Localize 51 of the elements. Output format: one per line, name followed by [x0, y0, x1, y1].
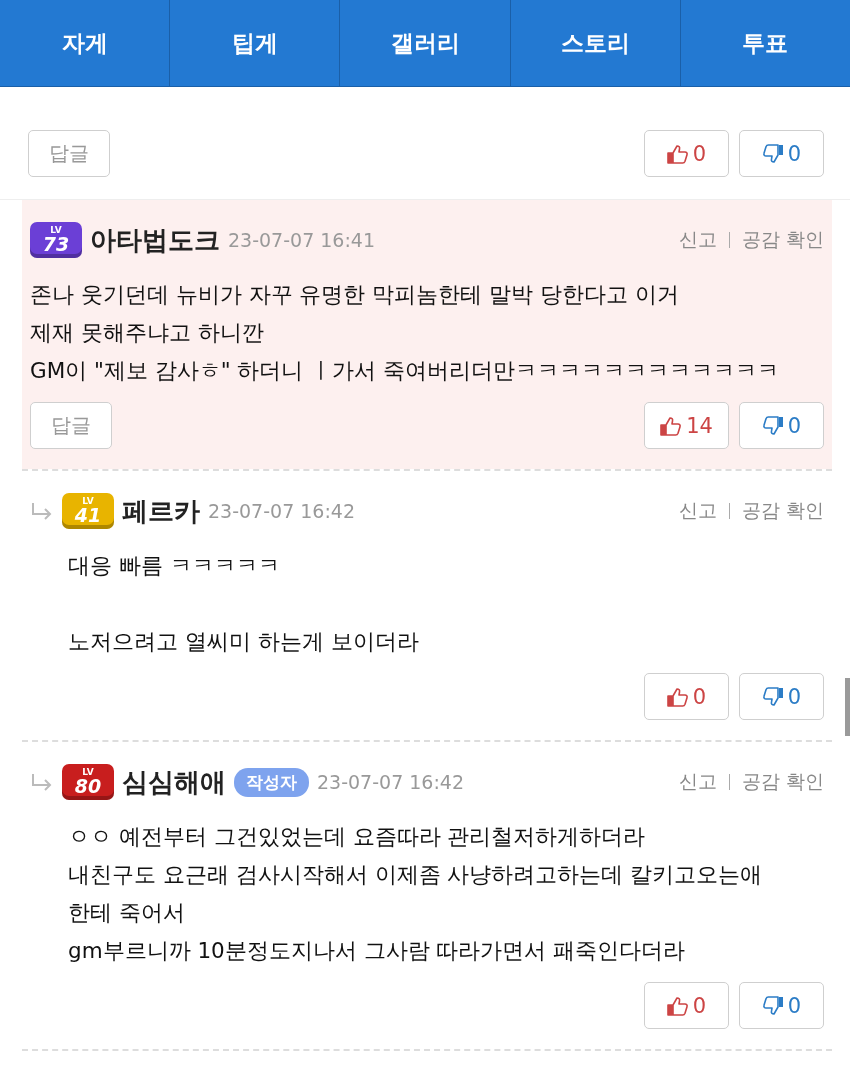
- nav-tab[interactable]: 자게: [0, 0, 171, 86]
- author-tag: 작성자: [234, 767, 309, 797]
- comment-text: ㅇㅇ 예전부터 그건있었는데 요즘따라 관리철저하게하더라: [68, 823, 647, 851]
- reply-arrow-icon: [30, 772, 54, 792]
- reply-arrow-icon: [30, 501, 54, 521]
- comment-text: 노저으려고 열씨미 하는게 보이더라: [68, 628, 420, 656]
- level-badge: LV 41: [62, 493, 114, 529]
- report-link[interactable]: 신고: [678, 227, 717, 253]
- dislike-button[interactable]: 0: [739, 673, 824, 720]
- nav-tab[interactable]: 팁게: [170, 0, 341, 86]
- comment-text: 내친구도 요근래 검사시작해서 이제좀 사냥하려고하는데 칼키고오는애: [68, 861, 764, 889]
- comment-text: gm부르니까 10분정도지나서 그사람 따라가면서 패죽인다더라: [68, 937, 687, 965]
- comment-date: 23-07-07 16:42: [208, 500, 356, 522]
- nav-tab[interactable]: 스토리: [510, 0, 681, 86]
- author-name[interactable]: 심심해애: [122, 764, 226, 800]
- thumbs-up-icon: [666, 995, 689, 1016]
- scrollbar[interactable]: [845, 678, 850, 736]
- thumbs-up-icon: [666, 143, 689, 164]
- thumbs-up-icon: [666, 686, 689, 707]
- reply-button[interactable]: 답글: [28, 130, 110, 177]
- comment-text: 존나 웃기던데 뉴비가 자꾸 유명한 막피놈한테 말박 당한다고 이거: [30, 281, 680, 309]
- comment-date: 23-07-07 16:41: [228, 229, 376, 251]
- thumbs-down-icon: [761, 415, 784, 436]
- reply-button[interactable]: 답글: [30, 402, 112, 449]
- report-link[interactable]: 신고: [678, 498, 717, 524]
- level-badge: LV 73: [30, 222, 82, 258]
- nav-tab[interactable]: 투표: [680, 0, 850, 86]
- thumbs-down-icon: [761, 995, 784, 1016]
- dislike-button[interactable]: 0: [739, 982, 824, 1029]
- like-button[interactable]: 0: [644, 982, 729, 1029]
- thumbs-up-icon: [660, 415, 683, 436]
- author-name[interactable]: 페르카: [122, 493, 200, 529]
- comment-text: 제재 못해주냐고 하니깐: [30, 319, 265, 347]
- comment-date: 23-07-07 16:42: [317, 771, 465, 793]
- comment-text: GM이 "제보 감사ㅎ" 하더니 ㅣ가서 죽여버리더만ㅋㅋㅋㅋㅋㅋㅋㅋㅋㅋㅋㅋ: [30, 357, 781, 385]
- comment-text: 한테 죽어서: [68, 899, 186, 927]
- report-link[interactable]: 신고: [678, 769, 717, 795]
- empathy-link[interactable]: 공감 확인: [741, 498, 824, 524]
- empathy-link[interactable]: 공감 확인: [741, 227, 824, 253]
- dislike-button[interactable]: 0: [739, 402, 824, 449]
- comment-text: 대응 빠름 ㅋㅋㅋㅋㅋ: [68, 552, 281, 580]
- author-name[interactable]: 아타법도크: [90, 222, 220, 258]
- like-button[interactable]: 14: [644, 402, 729, 449]
- like-button[interactable]: 0: [644, 673, 729, 720]
- level-badge: LV 80: [62, 764, 114, 800]
- thumbs-down-icon: [761, 143, 784, 164]
- like-button[interactable]: 0: [644, 130, 729, 177]
- dislike-button[interactable]: 0: [739, 130, 824, 177]
- thumbs-down-icon: [761, 686, 784, 707]
- empathy-link[interactable]: 공감 확인: [741, 769, 824, 795]
- nav-tab[interactable]: 갤러리: [340, 0, 511, 86]
